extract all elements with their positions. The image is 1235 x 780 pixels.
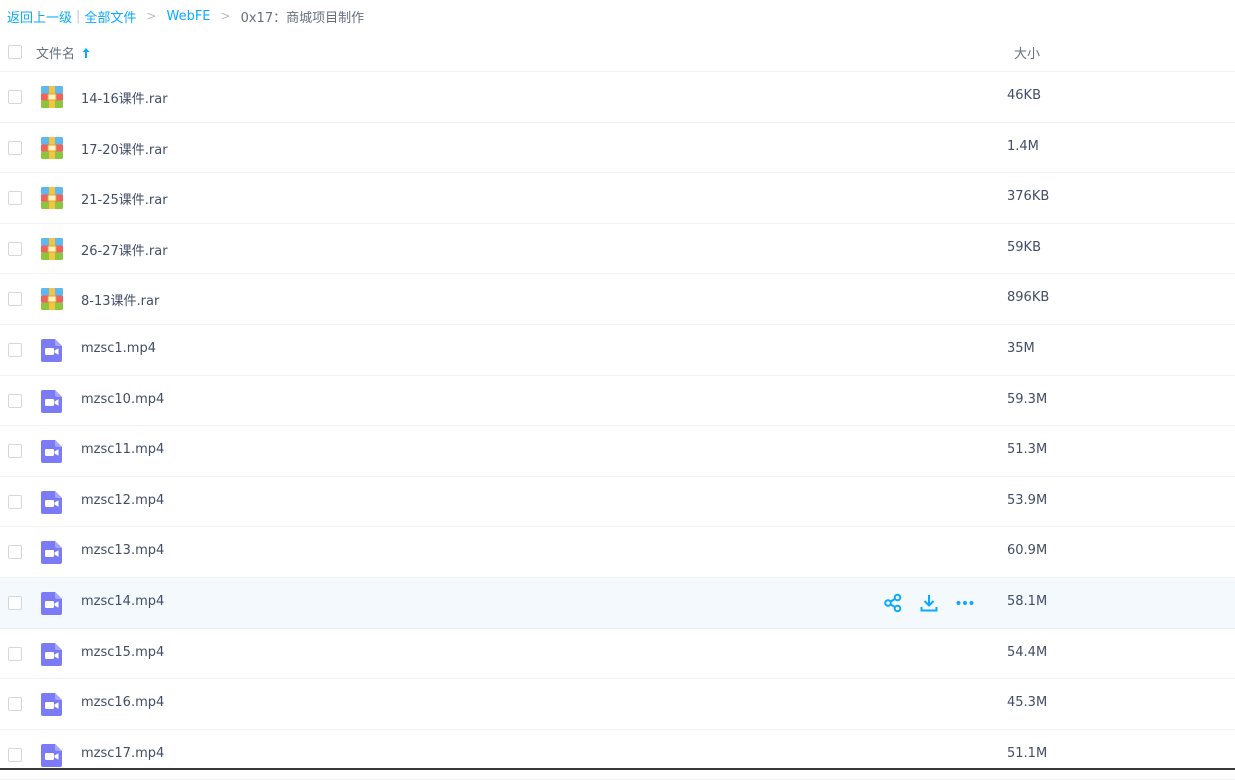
file-name[interactable]: mzsc10.mp4: [81, 392, 164, 407]
file-name[interactable]: 26-27课件.rar: [81, 240, 168, 259]
breadcrumb-separator: |: [76, 8, 81, 24]
row-checkbox[interactable]: [8, 545, 22, 560]
video-file-icon: [40, 742, 64, 767]
file-name[interactable]: mzsc13.mp4: [81, 543, 164, 558]
more-icon[interactable]: [954, 593, 976, 613]
row-checkbox[interactable]: [8, 444, 22, 459]
download-icon[interactable]: [918, 593, 940, 613]
file-row[interactable]: 26-27课件.rar 59KB: [0, 224, 1235, 275]
file-row[interactable]: mzsc11.mp4 51.3M: [0, 426, 1235, 477]
select-all-checkbox[interactable]: [8, 45, 22, 59]
row-checkbox[interactable]: [8, 747, 22, 762]
file-row[interactable]: mzsc16.mp4 45.3M: [0, 679, 1235, 730]
file-row[interactable]: mzsc17.mp4 51.1M: [0, 730, 1235, 780]
archive-file-icon: [40, 136, 64, 160]
column-size-header[interactable]: 大小: [1014, 43, 1040, 62]
file-size: 54.4M: [1007, 644, 1048, 660]
file-size: 376KB: [1007, 189, 1050, 205]
row-checkbox[interactable]: [8, 191, 22, 206]
breadcrumb: 返回上一级 | 全部文件 > WebFE > 0x17：商城项目制作: [7, 6, 364, 26]
file-row[interactable]: 8-13课件.rar 896KB: [0, 274, 1235, 325]
file-size: 46KB: [1007, 88, 1041, 103]
file-row[interactable]: mzsc1.mp4 35M: [0, 325, 1235, 376]
file-size: 53.9M: [1007, 492, 1048, 508]
file-row[interactable]: 21-25课件.rar 376KB: [0, 173, 1235, 224]
breadcrumb-all-files[interactable]: 全部文件: [84, 7, 136, 26]
file-size: 58.1M: [1007, 593, 1048, 609]
share-icon[interactable]: [882, 593, 904, 613]
file-row[interactable]: 17-20课件.rar 1.4M: [0, 123, 1235, 174]
breadcrumb-folder[interactable]: WebFE: [166, 9, 210, 24]
file-size: 60.9M: [1007, 543, 1048, 559]
column-name-label: 文件名: [36, 47, 76, 62]
file-name[interactable]: mzsc16.mp4: [81, 695, 164, 710]
video-file-icon: [40, 691, 64, 717]
row-checkbox[interactable]: [8, 697, 22, 712]
row-checkbox[interactable]: [8, 292, 22, 307]
video-file-icon: [40, 337, 64, 362]
file-size: 51.3M: [1007, 442, 1048, 458]
file-size: 51.1M: [1007, 745, 1048, 761]
file-name[interactable]: 17-20课件.rar: [81, 139, 168, 158]
video-file-icon: [40, 641, 64, 666]
file-row[interactable]: mzsc13.mp4 60.9M: [0, 527, 1235, 578]
video-file-icon: [40, 388, 64, 413]
column-name-header[interactable]: 文件名: [36, 43, 91, 62]
video-file-icon: [40, 438, 64, 464]
file-name[interactable]: mzsc14.mp4: [81, 594, 164, 609]
row-checkbox[interactable]: [8, 140, 22, 155]
file-list-header: 文件名 大小: [0, 32, 1235, 72]
archive-file-icon: [40, 85, 64, 109]
video-file-icon: [40, 539, 64, 565]
file-row[interactable]: 14-16课件.rar 46KB: [0, 72, 1235, 123]
row-checkbox[interactable]: [8, 342, 22, 357]
file-name[interactable]: mzsc17.mp4: [81, 746, 164, 761]
row-checkbox[interactable]: [8, 393, 22, 408]
file-size: 896KB: [1007, 290, 1050, 306]
video-file-icon: [40, 489, 64, 514]
file-size: 1.4M: [1007, 138, 1039, 154]
file-name[interactable]: mzsc1.mp4: [81, 341, 156, 356]
breadcrumb-arrow: >: [220, 9, 231, 23]
file-row[interactable]: mzsc10.mp4 59.3M: [0, 376, 1235, 427]
row-checkbox[interactable]: [8, 494, 22, 509]
file-name[interactable]: 21-25课件.rar: [81, 189, 168, 208]
file-size: 59KB: [1007, 239, 1041, 255]
file-row[interactable]: mzsc12.mp4 53.9M: [0, 477, 1235, 528]
row-actions: [882, 593, 976, 613]
file-row[interactable]: mzsc14.mp4 58.1M: [0, 577, 1235, 629]
arrow-up-icon: [82, 47, 90, 58]
file-name[interactable]: mzsc15.mp4: [81, 645, 164, 660]
file-name[interactable]: mzsc11.mp4: [81, 442, 164, 457]
archive-file-icon: [40, 237, 64, 261]
file-size: 35M: [1007, 340, 1035, 356]
file-name[interactable]: 8-13课件.rar: [81, 290, 159, 309]
archive-file-icon: [40, 287, 64, 311]
file-size: 45.3M: [1007, 695, 1048, 711]
archive-file-icon: [40, 186, 64, 210]
video-file-icon: [40, 590, 64, 615]
back-link[interactable]: 返回上一级: [7, 7, 72, 26]
row-checkbox[interactable]: [8, 241, 22, 256]
row-checkbox[interactable]: [8, 646, 22, 661]
file-name[interactable]: mzsc12.mp4: [81, 493, 164, 508]
file-row[interactable]: mzsc15.mp4 54.4M: [0, 629, 1235, 680]
row-checkbox[interactable]: [8, 90, 22, 104]
breadcrumb-current: 0x17：商城项目制作: [240, 10, 365, 26]
file-size: 59.3M: [1007, 391, 1048, 407]
row-checkbox[interactable]: [8, 595, 22, 610]
file-list: 14-16课件.rar 46KB 17-20课件.rar 1.4M 21-25课件.…: [0, 72, 1235, 780]
breadcrumb-arrow: >: [146, 9, 157, 23]
file-name[interactable]: 14-16课件.rar: [81, 88, 168, 107]
